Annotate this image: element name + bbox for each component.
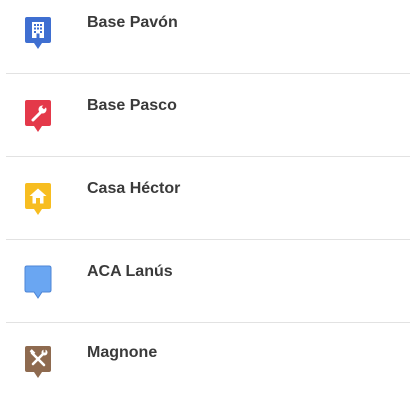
divider <box>6 322 410 323</box>
place-item-casa-hector[interactable]: Casa Héctor <box>0 166 410 242</box>
place-label: Casa Héctor <box>87 180 181 197</box>
place-label: Base Pavón <box>87 14 178 31</box>
place-item-magnone[interactable]: Magnone <box>0 330 410 406</box>
home-icon <box>24 182 52 216</box>
divider <box>6 156 410 157</box>
place-label: Base Pasco <box>87 97 177 114</box>
wrench-icon <box>24 99 52 133</box>
place-item-base-pasco[interactable]: Base Pasco <box>0 83 410 159</box>
place-label: Magnone <box>87 344 158 361</box>
place-label: ACA Lanús <box>87 263 173 280</box>
divider <box>6 73 410 74</box>
place-item-base-pavon[interactable]: Base Pavón <box>0 0 410 76</box>
tools-icon <box>24 345 52 379</box>
building-icon <box>24 16 52 50</box>
divider <box>6 239 410 240</box>
blank-marker-icon <box>24 265 52 299</box>
place-list: Base Pavón Base Pasco Casa Héctor ACA La… <box>0 0 410 386</box>
place-item-aca-lanus[interactable]: ACA Lanús <box>0 249 410 325</box>
